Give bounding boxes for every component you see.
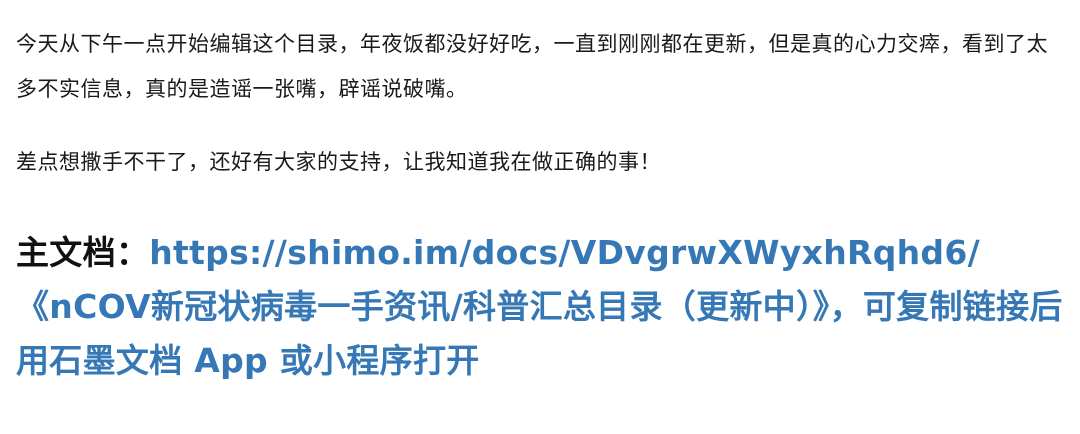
main-document-description[interactable]: 《nCOV新冠状病毒一手资讯/科普汇总目录（更新中）》，可复制链接后用石墨文档 … [16, 287, 1063, 380]
main-document-block: 主文档：https://shimo.im/docs/VDvgrwXWyxhRqh… [16, 226, 1064, 388]
article-body: 今天从下午一点开始编辑这个目录，年夜饭都没好好吃，一直到刚刚都在更新，但是真的心… [16, 22, 1064, 388]
support-paragraph: 差点想撒手不干了，还好有大家的支持，让我知道我在做正确的事！ [16, 150, 661, 174]
main-document-url[interactable]: https://shimo.im/docs/VDvgrwXWyxhRqhd6/ [149, 233, 980, 272]
intro-paragraph: 今天从下午一点开始编辑这个目录，年夜饭都没好好吃，一直到刚刚都在更新，但是真的心… [16, 32, 1048, 101]
main-document-label: 主文档： [16, 233, 150, 272]
